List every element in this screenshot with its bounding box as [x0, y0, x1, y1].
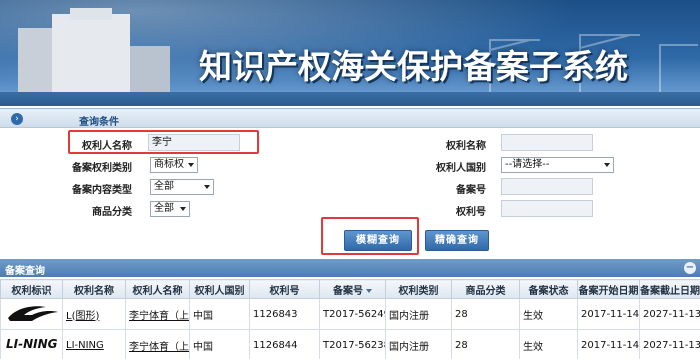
logo-cell: LI-NING: [0, 329, 63, 359]
chevron-down-icon: [180, 207, 186, 211]
highlight-box: [321, 217, 419, 255]
query-conditions-header: › 查询条件: [0, 108, 700, 128]
holder-link[interactable]: 李宁体育（上海: [129, 311, 189, 322]
country-cell: 中国: [189, 298, 250, 330]
record-no-cell: T2017-56249: [319, 298, 386, 330]
li-ning-swoosh-icon: [8, 305, 58, 321]
column-header[interactable]: 权利人名称: [125, 279, 190, 299]
column-header[interactable]: 权利号: [249, 279, 320, 299]
right-name-link[interactable]: LI-NING: [66, 340, 104, 351]
table-row[interactable]: L(图形) 李宁体育（上海 中国 1126843 T2017-56249 国内注…: [0, 298, 700, 330]
expand-toggle-icon[interactable]: ›: [11, 113, 23, 125]
sort-icon[interactable]: [366, 288, 372, 293]
right-category-value: 商标权: [154, 159, 184, 170]
collapse-icon[interactable]: −: [684, 262, 696, 274]
goods-class-value: 全部: [154, 203, 174, 214]
table-header-row: 权利标识 权利名称 权利人名称 权利人国别 权利号 备案号 权利类别 商品分类 …: [0, 279, 700, 299]
highlight-box: [68, 130, 259, 154]
right-holder-country-select[interactable]: --请选择--: [501, 157, 614, 173]
right-name-cell[interactable]: L(图形): [62, 298, 126, 330]
header-banner: 知识产权海关保护备案子系统: [0, 0, 700, 106]
results-title: 备案查询: [5, 266, 45, 277]
column-header[interactable]: 备案开始日期: [577, 279, 640, 299]
record-no-label: 备案号: [456, 185, 486, 196]
goods-class-label: 商品分类: [92, 207, 132, 218]
right-no-cell: 1126843: [249, 298, 320, 330]
right-name-link[interactable]: L(图形): [66, 311, 99, 322]
banner-building-top: [70, 8, 112, 20]
right-name-cell[interactable]: LI-NING: [62, 329, 126, 359]
column-header[interactable]: 权利名称: [62, 279, 126, 299]
results-table: 权利标识 权利名称 权利人名称 权利人国别 权利号 备案号 权利类别 商品分类 …: [0, 279, 700, 359]
right-name-label: 权利名称: [446, 141, 486, 152]
system-title: 知识产权海关保护备案子系统: [199, 47, 628, 86]
right-name-input[interactable]: [501, 134, 593, 151]
table-row[interactable]: LI-NING LI-NING 李宁体育（上海 中国 1126844 T2017…: [0, 329, 700, 359]
content-type-select[interactable]: 全部: [150, 179, 214, 195]
right-holder-country-label: 权利人国别: [436, 163, 486, 174]
country-cell: 中国: [189, 329, 250, 359]
chevron-down-icon: [204, 185, 210, 189]
holder-link[interactable]: 李宁体育（上海: [129, 342, 189, 353]
content-type-label: 备案内容类型: [72, 185, 132, 196]
results-header: 备案查询 −: [0, 259, 700, 277]
column-header[interactable]: 权利人国别: [189, 279, 250, 299]
exact-search-button[interactable]: 精确查询: [425, 230, 489, 251]
record-no-input[interactable]: [501, 178, 593, 195]
record-no-cell: T2017-56238: [319, 329, 386, 359]
chevron-down-icon: [604, 163, 610, 167]
goods-class-cell: 28: [451, 298, 520, 330]
category-cell: 国内注册: [385, 329, 452, 359]
right-no-input[interactable]: [501, 200, 593, 217]
column-header-label: 备案号: [333, 285, 363, 297]
right-category-select[interactable]: 商标权: [150, 157, 198, 173]
goods-class-select[interactable]: 全部: [150, 201, 190, 217]
start-date-cell: 2017-11-14: [577, 298, 640, 330]
li-ning-wordmark-icon: LI-NING: [6, 337, 58, 351]
column-header[interactable]: 备案状态: [519, 279, 578, 299]
right-no-label: 权利号: [456, 207, 486, 218]
category-cell: 国内注册: [385, 298, 452, 330]
right-holder-country-value: --请选择--: [505, 159, 550, 170]
column-header: 权利标识: [0, 279, 63, 299]
logo-text: LI-NING: [6, 337, 58, 351]
right-category-label: 备案权利类别: [72, 163, 132, 174]
holder-cell[interactable]: 李宁体育（上海: [125, 329, 190, 359]
banner-sea: [0, 92, 700, 106]
form-row: 备案内容类型 全部 备案号: [0, 176, 700, 198]
goods-class-cell: 28: [451, 329, 520, 359]
end-date-cell: 2027-11-13: [639, 298, 700, 330]
logo-cell: [0, 298, 63, 330]
column-header-record-no[interactable]: 备案号: [319, 279, 386, 299]
column-header[interactable]: 权利类别: [385, 279, 452, 299]
column-header[interactable]: 备案截止日期: [639, 279, 700, 299]
start-date-cell: 2017-11-14: [577, 329, 640, 359]
holder-cell[interactable]: 李宁体育（上海: [125, 298, 190, 330]
end-date-cell: 2027-11-13: [639, 329, 700, 359]
right-no-cell: 1126844: [249, 329, 320, 359]
column-header[interactable]: 商品分类: [451, 279, 520, 299]
status-cell: 生效: [519, 298, 578, 330]
query-conditions-label: 查询条件: [79, 117, 119, 128]
form-row: 备案权利类别 商标权 权利人国别 --请选择--: [0, 154, 700, 176]
content-type-value: 全部: [154, 181, 174, 192]
chevron-down-icon: [188, 163, 194, 167]
status-cell: 生效: [519, 329, 578, 359]
